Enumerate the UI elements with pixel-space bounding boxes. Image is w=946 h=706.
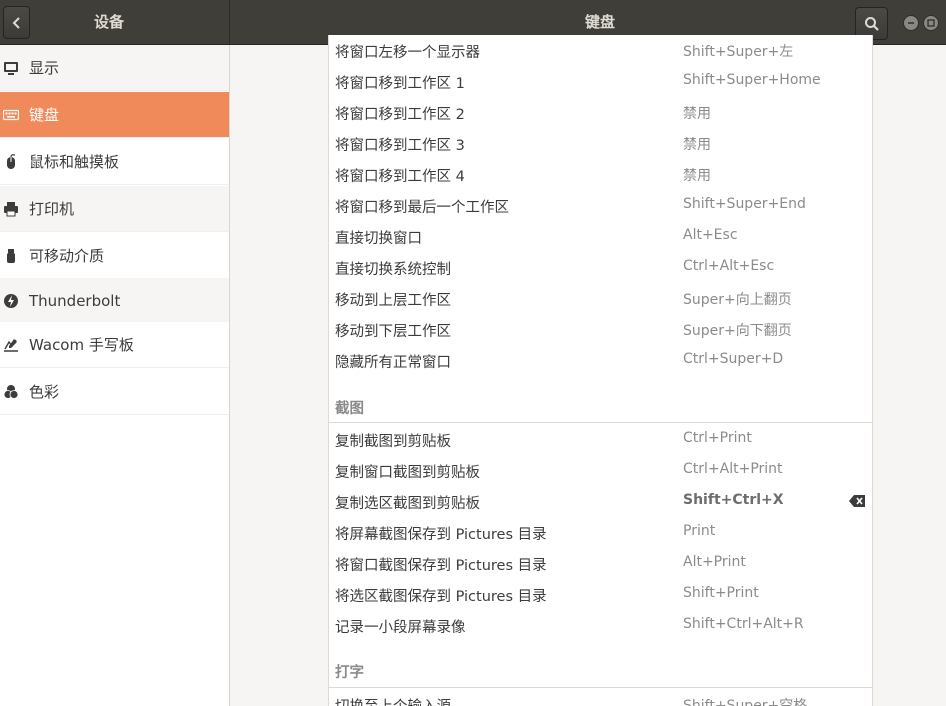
shortcut-name: 直接切换窗口 <box>335 231 422 247</box>
shortcut-name: 记录一小段屏幕录像 <box>335 620 466 636</box>
sidebar-item-label: 可移动介质 <box>29 247 105 265</box>
shortcut-name: 切换至上个输入源 <box>335 695 451 706</box>
sidebar-header: 设备 <box>0 0 230 45</box>
shortcut-name: 复制窗口截图到剪贴板 <box>335 465 480 481</box>
shortcut-name: 将选区截图保存到 Pictures 目录 <box>335 589 547 605</box>
shortcut-accel: Super+向上翻页 <box>683 292 792 308</box>
thunderbolt-icon <box>2 292 20 310</box>
shortcut-name: 将窗口移到工作区 4 <box>335 169 465 185</box>
shortcut-row[interactable]: 将窗口移到工作区 4 禁用 <box>329 159 872 190</box>
shortcut-accel: 禁用 <box>683 106 711 122</box>
shortcut-row[interactable]: 将窗口移到工作区 1 Shift+Super+Home <box>329 66 872 97</box>
shortcut-accel: Shift+Super+空格 <box>683 698 808 706</box>
sidebar-item-mouse[interactable]: 鼠标和触摸板 <box>0 139 229 185</box>
shortcut-accel: Ctrl+Super+D <box>683 351 784 367</box>
reset-shortcut-button[interactable] <box>849 494 866 508</box>
shortcut-row[interactable]: 移动到上层工作区 Super+向上翻页 <box>329 283 872 314</box>
sidebar-item-removable-media[interactable]: 可移动介质 <box>0 233 229 279</box>
shortcut-name: 将屏幕截图保存到 Pictures 目录 <box>335 527 547 543</box>
sidebar-title: 设备 <box>93 13 124 31</box>
shortcut-accel: Shift+Print <box>683 585 759 601</box>
edit-clear-icon <box>849 495 865 507</box>
shortcut-name: 将窗口移到工作区 2 <box>335 107 465 123</box>
sidebar-item-color[interactable]: 色彩 <box>0 369 229 415</box>
sidebar-item-label: 打印机 <box>29 200 75 218</box>
shortcut-accel: Alt+Esc <box>683 227 738 243</box>
shortcut-row[interactable]: 将屏幕截图保存到 Pictures 目录 Print <box>329 517 872 548</box>
shortcut-row[interactable]: 复制选区截图到剪贴板 Shift+Ctrl+X <box>329 486 872 517</box>
keyboard-icon <box>2 106 20 124</box>
shortcut-accel: Ctrl+Print <box>683 430 752 446</box>
shortcut-accel: Shift+Super+End <box>683 196 806 212</box>
printer-icon <box>2 200 20 218</box>
shortcut-accel: Shift+Super+Home <box>683 72 821 88</box>
minimize-icon <box>908 22 914 24</box>
shortcut-accel: Shift+Ctrl+X <box>683 492 784 508</box>
shortcut-row[interactable]: 将选区截图保存到 Pictures 目录 Shift+Print <box>329 579 872 610</box>
sidebar-item-label: 键盘 <box>29 106 60 124</box>
shortcut-accel: Print <box>683 523 716 539</box>
sidebar-item-printer[interactable]: 打印机 <box>0 186 229 232</box>
shortcut-row[interactable]: 将窗口截图保存到 Pictures 目录 Alt+Print <box>329 548 872 579</box>
shortcut-name: 将窗口移到工作区 1 <box>335 76 465 92</box>
sidebar: 显示 键盘 鼠标和触摸板 打印机 可移动介质 Thunderbolt Wacom… <box>0 45 230 706</box>
sidebar-item-label: Thunderbolt <box>29 291 121 310</box>
shortcut-accel: 禁用 <box>683 168 711 184</box>
shortcut-name: 直接切换系统控制 <box>335 262 451 278</box>
shortcut-name: 复制截图到剪贴板 <box>335 434 451 450</box>
tablet-icon <box>2 336 20 354</box>
shortcut-row[interactable]: 复制窗口截图到剪贴板 Ctrl+Alt+Print <box>329 455 872 486</box>
minimize-button[interactable] <box>903 15 919 31</box>
mouse-icon <box>2 153 20 171</box>
shortcut-name: 将窗口截图保存到 Pictures 目录 <box>335 558 547 574</box>
shortcut-name: 复制选区截图到剪贴板 <box>335 496 480 512</box>
section-title-screenshots: 截图 <box>335 401 364 417</box>
removable-media-icon <box>2 247 20 265</box>
shortcut-accel: Shift+Ctrl+Alt+R <box>683 616 804 632</box>
shortcut-row[interactable]: 将窗口左移一个显示器 Shift+Super+左 <box>329 35 872 66</box>
shortcut-row[interactable]: 直接切换系统控制 Ctrl+Alt+Esc <box>329 252 872 283</box>
shortcut-name: 将窗口移到最后一个工作区 <box>335 200 509 216</box>
shortcut-name: 将窗口移到工作区 3 <box>335 138 465 154</box>
sidebar-item-display[interactable]: 显示 <box>0 45 229 91</box>
shortcut-row[interactable]: 将窗口移到工作区 2 禁用 <box>329 97 872 128</box>
section-title-typing: 打字 <box>335 665 364 681</box>
shortcut-accel: Ctrl+Alt+Print <box>683 461 783 477</box>
shortcut-accel: Super+向下翻页 <box>683 323 792 339</box>
shortcut-row[interactable]: 将窗口移到工作区 3 禁用 <box>329 128 872 159</box>
sidebar-item-keyboard[interactable]: 键盘 <box>0 92 229 138</box>
sidebar-item-wacom[interactable]: Wacom 手写板 <box>0 322 229 368</box>
shortcut-row[interactable]: 切换至上个输入源 Shift+Super+空格 <box>329 689 872 706</box>
maximize-button[interactable] <box>923 15 939 31</box>
shortcut-list: 将窗口左移一个显示器 Shift+Super+左 将窗口移到工作区 1 Shif… <box>328 35 873 706</box>
sidebar-item-label: Wacom 手写板 <box>29 336 134 354</box>
main-content: 将窗口左移一个显示器 Shift+Super+左 将窗口移到工作区 1 Shif… <box>230 35 946 706</box>
shortcut-accel: Shift+Super+左 <box>683 44 794 60</box>
shortcut-name: 将窗口左移一个显示器 <box>335 45 480 61</box>
color-icon <box>2 383 20 401</box>
search-icon <box>864 16 879 31</box>
shortcut-name: 移动到上层工作区 <box>335 293 451 309</box>
shortcut-accel: Alt+Print <box>683 554 746 570</box>
sidebar-item-label: 显示 <box>29 59 60 77</box>
shortcut-name: 移动到下层工作区 <box>335 324 451 340</box>
sidebar-item-thunderbolt[interactable]: Thunderbolt <box>0 278 229 324</box>
shortcut-name: 隐藏所有正常窗口 <box>335 355 451 371</box>
sidebar-item-label: 鼠标和触摸板 <box>29 153 120 171</box>
shortcut-accel: 禁用 <box>683 137 711 153</box>
section-divider <box>329 422 872 423</box>
maximize-icon <box>927 19 935 27</box>
section-divider <box>329 687 872 688</box>
shortcut-row[interactable]: 移动到下层工作区 Super+向下翻页 <box>329 314 872 345</box>
shortcut-row[interactable]: 记录一小段屏幕录像 Shift+Ctrl+Alt+R <box>329 610 872 641</box>
display-icon <box>2 59 20 77</box>
shortcut-accel: Ctrl+Alt+Esc <box>683 258 775 274</box>
shortcut-row[interactable]: 隐藏所有正常窗口 Ctrl+Super+D <box>329 345 872 376</box>
sidebar-item-label: 色彩 <box>29 383 60 401</box>
shortcut-row[interactable]: 将窗口移到最后一个工作区 Shift+Super+End <box>329 190 872 221</box>
shortcut-row[interactable]: 复制截图到剪贴板 Ctrl+Print <box>329 424 872 455</box>
shortcut-row[interactable]: 直接切换窗口 Alt+Esc <box>329 221 872 252</box>
